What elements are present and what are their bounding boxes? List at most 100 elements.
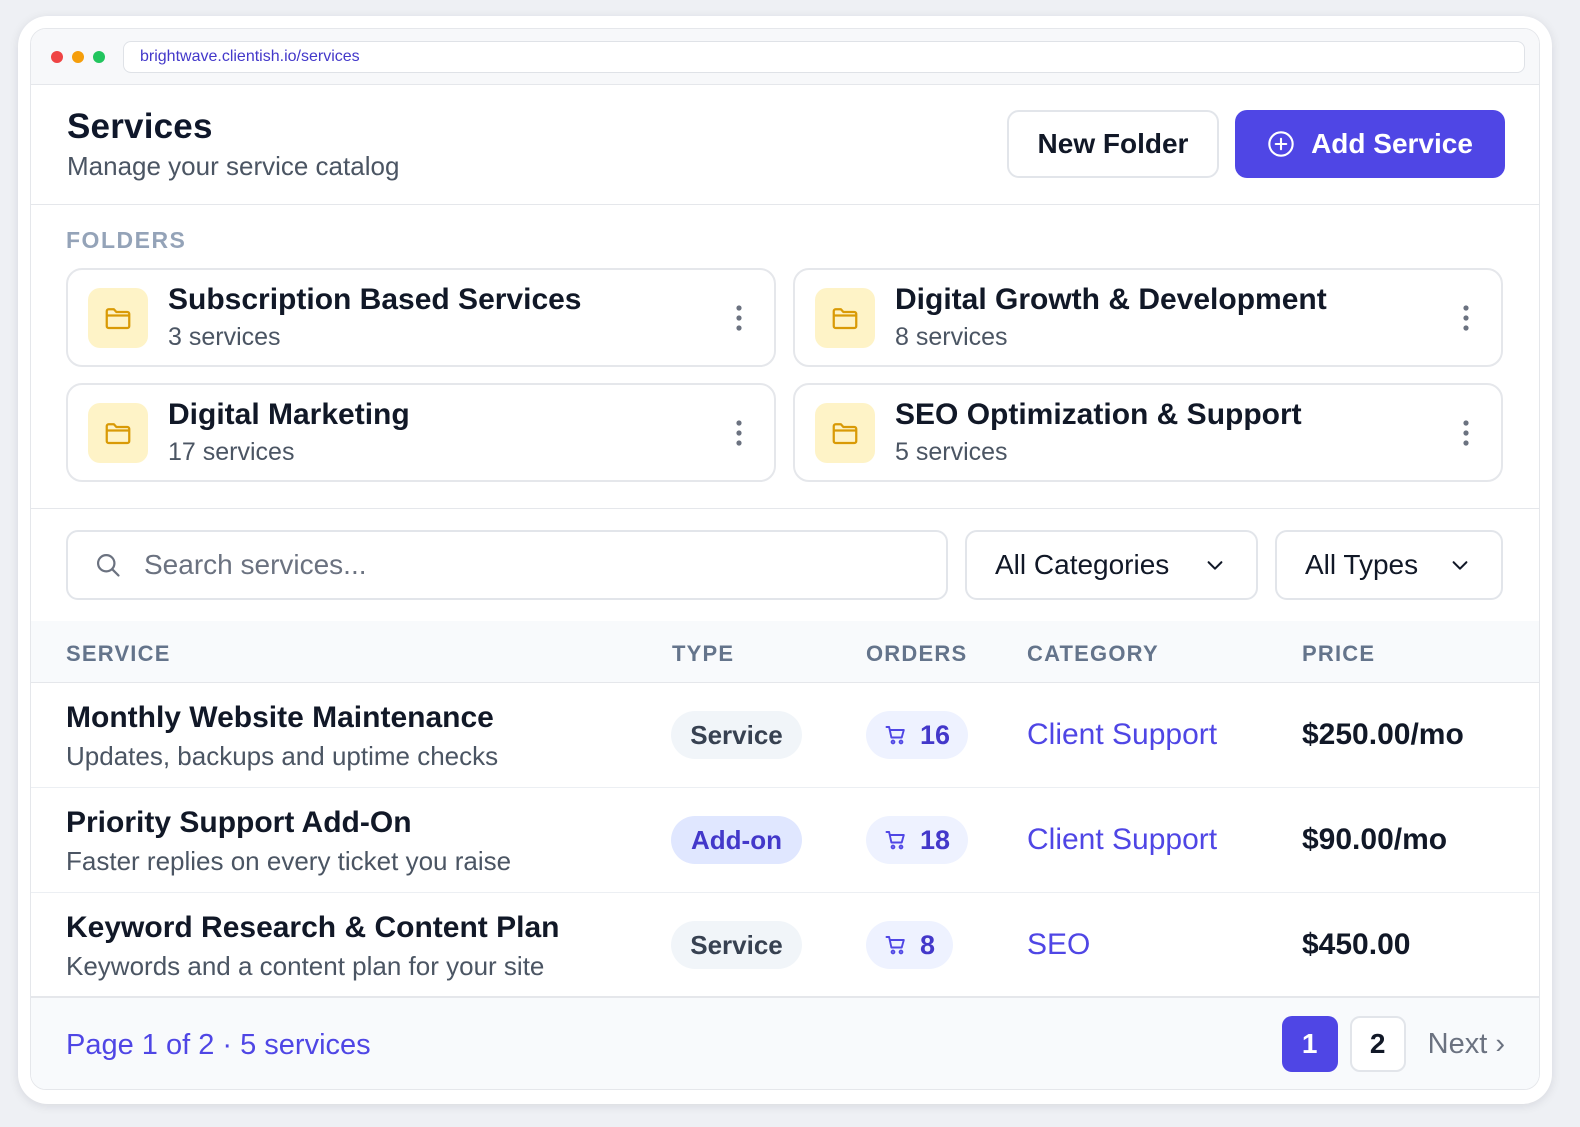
folder-card[interactable]: Digital Marketing 17 services: [66, 383, 776, 482]
add-service-button[interactable]: Add Service: [1235, 110, 1505, 178]
column-header-price[interactable]: PRICE: [1302, 641, 1375, 667]
orders-badge[interactable]: 18: [866, 816, 969, 864]
add-service-label: Add Service: [1311, 128, 1473, 159]
service-description: Faster replies on every ticket you raise: [66, 846, 512, 876]
more-vertical-icon[interactable]: [1461, 303, 1471, 333]
next-page-link[interactable]: Next ›: [1428, 1028, 1505, 1061]
filters-bar: All Categories All Types: [31, 509, 1539, 621]
column-header-category[interactable]: CATEGORY: [1027, 641, 1159, 667]
pagination: 1 2 Next ›: [1281, 1016, 1505, 1072]
category-link[interactable]: SEO: [1027, 928, 1090, 962]
folder-name: Subscription Based Services: [168, 283, 582, 316]
folder-card[interactable]: SEO Optimization & Support 5 services: [793, 383, 1503, 482]
search-input[interactable]: [144, 549, 904, 581]
service-name[interactable]: Keyword Research & Content Plan: [66, 911, 559, 945]
chevron-down-icon: [1207, 561, 1223, 570]
maximize-window-dot[interactable]: [93, 50, 105, 63]
folder-card[interactable]: Digital Growth & Development 8 services: [793, 268, 1503, 367]
browser-window: brightwave.clientish.io/services Service…: [30, 28, 1540, 1090]
folder-count: 3 services: [168, 323, 281, 351]
app-frame: brightwave.clientish.io/services Service…: [18, 16, 1552, 1104]
service-cell: Keyword Research & Content Plan Keywords…: [66, 911, 559, 982]
folder-text: SEO Optimization & Support 5 services: [895, 398, 1302, 467]
folders-section: FOLDERS Subscription Based Services 3 se…: [31, 205, 1539, 509]
service-price: $250.00/mo: [1302, 718, 1464, 751]
folder-icon: [832, 307, 858, 329]
folders-label: FOLDERS: [66, 227, 187, 253]
cart-icon: [885, 831, 905, 850]
table-row[interactable]: Keyword Research & Content Plan Keywords…: [31, 893, 1539, 998]
service-name[interactable]: Monthly Website Maintenance: [66, 701, 498, 735]
table-header: SERVICE TYPE ORDERS CATEGORY PRICE: [31, 621, 1539, 683]
table-row[interactable]: Monthly Website Maintenance Updates, bac…: [31, 683, 1539, 788]
table-row[interactable]: Priority Support Add-On Faster replies o…: [31, 788, 1539, 893]
more-vertical-icon[interactable]: [734, 418, 744, 448]
type-badge: Service: [671, 921, 802, 969]
chevron-down-icon: [1452, 561, 1468, 570]
type-select[interactable]: All Types: [1275, 530, 1503, 600]
header-actions: New Folder Add Service: [1007, 110, 1505, 178]
column-header-type[interactable]: TYPE: [672, 641, 734, 667]
folder-icon: [105, 422, 131, 444]
close-window-dot[interactable]: [51, 50, 63, 63]
folder-card[interactable]: Subscription Based Services 3 services: [66, 268, 776, 367]
window-controls: [51, 50, 105, 63]
services-table: SERVICE TYPE ORDERS CATEGORY PRICE Month…: [31, 621, 1539, 998]
orders-badge[interactable]: 8: [866, 921, 954, 969]
more-vertical-icon[interactable]: [1461, 418, 1471, 448]
pagination-info: Page 1 of 2 · 5 services: [66, 1029, 371, 1061]
folder-icon-box: [88, 402, 148, 463]
folder-icon-box: [815, 402, 875, 463]
type-select-value: All Types: [1305, 549, 1419, 580]
table-footer: Page 1 of 2 · 5 services 1 2 Next ›: [31, 996, 1539, 1089]
folder-name: SEO Optimization & Support: [895, 398, 1302, 431]
search-box[interactable]: [66, 530, 948, 600]
folder-text: Digital Marketing 17 services: [168, 398, 410, 467]
category-select[interactable]: All Categories: [965, 530, 1258, 600]
new-folder-label: New Folder: [1037, 128, 1189, 159]
minimize-window-dot[interactable]: [72, 50, 84, 63]
more-vertical-icon[interactable]: [734, 303, 744, 333]
page-button-2[interactable]: 2: [1349, 1016, 1406, 1072]
new-folder-button[interactable]: New Folder: [1007, 110, 1219, 178]
orders-count: 16: [920, 719, 951, 750]
browser-bar: brightwave.clientish.io/services: [31, 29, 1539, 85]
service-description: Keywords and a content plan for your sit…: [66, 951, 545, 981]
column-header-orders[interactable]: ORDERS: [866, 641, 967, 667]
page-button-1[interactable]: 1: [1281, 1016, 1338, 1072]
service-price: $90.00/mo: [1302, 823, 1448, 856]
folder-name: Digital Growth & Development: [895, 283, 1327, 316]
folder-count: 5 services: [895, 438, 1008, 466]
orders-badge[interactable]: 16: [866, 711, 969, 759]
folder-text: Subscription Based Services 3 services: [168, 283, 582, 352]
folder-icon-box: [815, 287, 875, 348]
folder-icon: [832, 422, 858, 444]
orders-count: 8: [920, 929, 936, 960]
column-header-service[interactable]: SERVICE: [66, 641, 171, 667]
service-cell: Monthly Website Maintenance Updates, bac…: [66, 701, 498, 772]
service-description: Updates, backups and uptime checks: [66, 741, 499, 771]
folder-text: Digital Growth & Development 8 services: [895, 283, 1327, 352]
orders-count: 18: [920, 824, 951, 855]
address-url: brightwave.clientish.io/services: [140, 47, 360, 65]
category-select-value: All Categories: [995, 549, 1170, 580]
service-price: $450.00: [1302, 928, 1411, 961]
folder-count: 8 services: [895, 323, 1008, 351]
type-badge: Add-on: [671, 816, 802, 864]
category-link[interactable]: Client Support: [1027, 718, 1217, 752]
category-link[interactable]: Client Support: [1027, 823, 1217, 857]
folder-count: 17 services: [168, 438, 295, 466]
service-cell: Priority Support Add-On Faster replies o…: [66, 806, 511, 877]
search-icon: [96, 553, 120, 577]
folder-icon: [105, 307, 131, 329]
address-bar[interactable]: brightwave.clientish.io/services: [123, 40, 1525, 73]
page-header: Services Manage your service catalog New…: [31, 85, 1539, 205]
folder-icon-box: [88, 287, 148, 348]
folder-name: Digital Marketing: [168, 398, 410, 431]
type-badge: Service: [671, 711, 802, 759]
plus-circle-icon: [1268, 131, 1294, 157]
service-name[interactable]: Priority Support Add-On: [66, 806, 511, 840]
cart-icon: [885, 726, 905, 745]
cart-icon: [885, 936, 905, 955]
folders-grid: Subscription Based Services 3 services D…: [66, 268, 1504, 482]
